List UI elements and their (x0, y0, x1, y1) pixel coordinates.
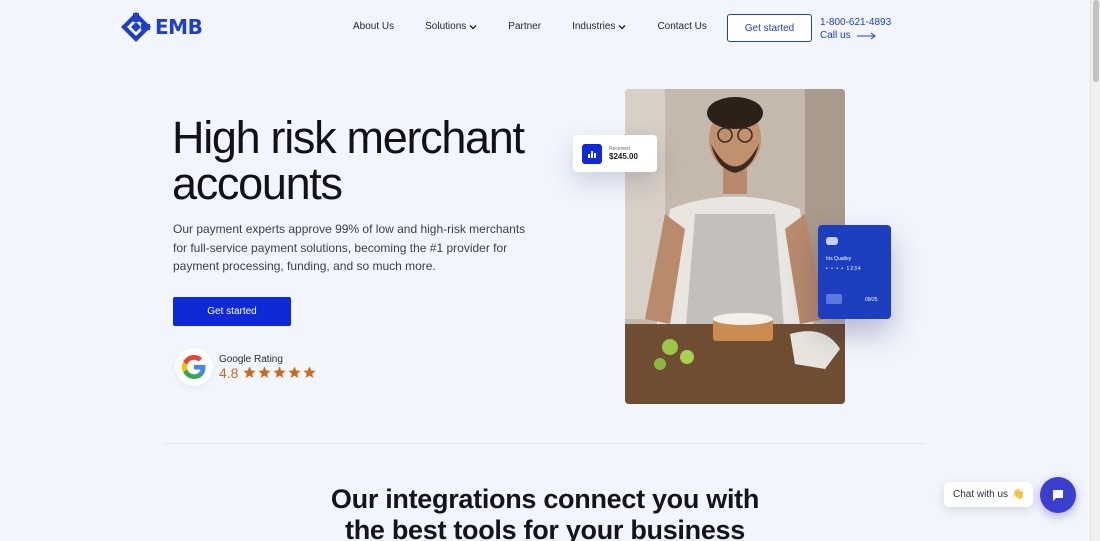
nav-industries[interactable]: Industries (572, 21, 626, 32)
card-chip-icon (826, 237, 838, 245)
rating-stars (243, 366, 317, 379)
rating-row: 4.8 (219, 364, 317, 381)
nav-label: Solutions (425, 21, 467, 32)
bar-chart-icon (582, 143, 602, 164)
star-icon (258, 366, 272, 378)
received-payment-card: Received $245.00 (573, 135, 657, 172)
star-icon (273, 366, 287, 378)
nav-label: Industries (572, 21, 616, 32)
scrollbar-thumb[interactable] (1093, 0, 1099, 82)
nav-label: About Us (353, 21, 395, 32)
hero-get-started-button[interactable]: Get started (173, 297, 291, 326)
received-amount: $245.00 (609, 152, 638, 161)
nav-solutions[interactable]: Solutions (425, 21, 477, 32)
arrow-right-icon (856, 32, 876, 39)
call-us-label: Call us (820, 30, 851, 41)
logo-text: EMB (155, 15, 203, 39)
phone-number-link[interactable]: 1-800-621-4893 (820, 16, 891, 29)
star-icon (303, 366, 317, 378)
integrations-title: Our integrations connect you with the be… (0, 484, 1090, 541)
chat-prompt-bubble[interactable]: Chat with us 👋 (944, 482, 1033, 507)
merchant-photo-illustration (625, 89, 845, 404)
chevron-down-icon (618, 24, 626, 29)
emb-logo-icon (121, 12, 151, 42)
chat-icon (1053, 490, 1063, 501)
nav-about-us[interactable]: About Us (353, 21, 394, 32)
hero-title-line-2: accounts (172, 158, 343, 209)
logo[interactable]: EMB (120, 11, 203, 43)
page-scrollbar[interactable] (1090, 0, 1100, 541)
call-us-link[interactable]: Call us (820, 29, 891, 42)
wave-hand-icon: 👋 (1012, 489, 1025, 500)
nav-label: Contact Us (657, 21, 707, 32)
google-g-icon (182, 355, 206, 379)
nav-contact-us[interactable]: Contact Us (657, 21, 706, 32)
integrations-title-line-2: the best tools for your business (345, 515, 745, 541)
section-divider (165, 443, 925, 444)
chevron-down-icon (469, 24, 477, 29)
hero-photo-merchant (625, 89, 845, 404)
credit-card-graphic: Iris Quatley • • • • 1234 09/25 (818, 225, 891, 319)
google-logo (175, 348, 213, 386)
rating-value: 4.8 (219, 364, 239, 381)
received-text: Received $245.00 (609, 146, 638, 161)
star-icon (243, 366, 257, 378)
hero-description: Our payment experts approve 99% of low a… (173, 222, 526, 273)
main-nav: About Us Solutions Partner Industries Co… (353, 21, 707, 32)
rating-label: Google Rating (219, 353, 283, 365)
nav-label: Partner (508, 21, 542, 32)
chat-launcher-button[interactable] (1040, 477, 1076, 513)
hero-title-line-1: High risk merchant (172, 112, 525, 163)
google-rating: Google Rating 4.8 (175, 348, 317, 386)
phone-block: 1-800-621-4893 Call us (820, 16, 891, 42)
card-number: • • • • 1234 (826, 266, 862, 272)
star-icon (288, 366, 302, 378)
header-get-started-button[interactable]: Get started (727, 14, 812, 42)
card-expiry: 09/25 (865, 297, 878, 303)
card-network-icon (826, 294, 842, 304)
integrations-title-line-1: Our integrations connect you with (330, 484, 760, 514)
site-header: EMB About Us Solutions Partner Industrie… (0, 0, 1090, 56)
chat-label: Chat with us (953, 489, 1009, 500)
hero-title: High risk merchant accounts (172, 115, 572, 207)
nav-partner[interactable]: Partner (508, 21, 541, 32)
card-holder-name: Iris Quatley (826, 256, 852, 262)
rating-text: Google Rating 4.8 (219, 353, 317, 381)
